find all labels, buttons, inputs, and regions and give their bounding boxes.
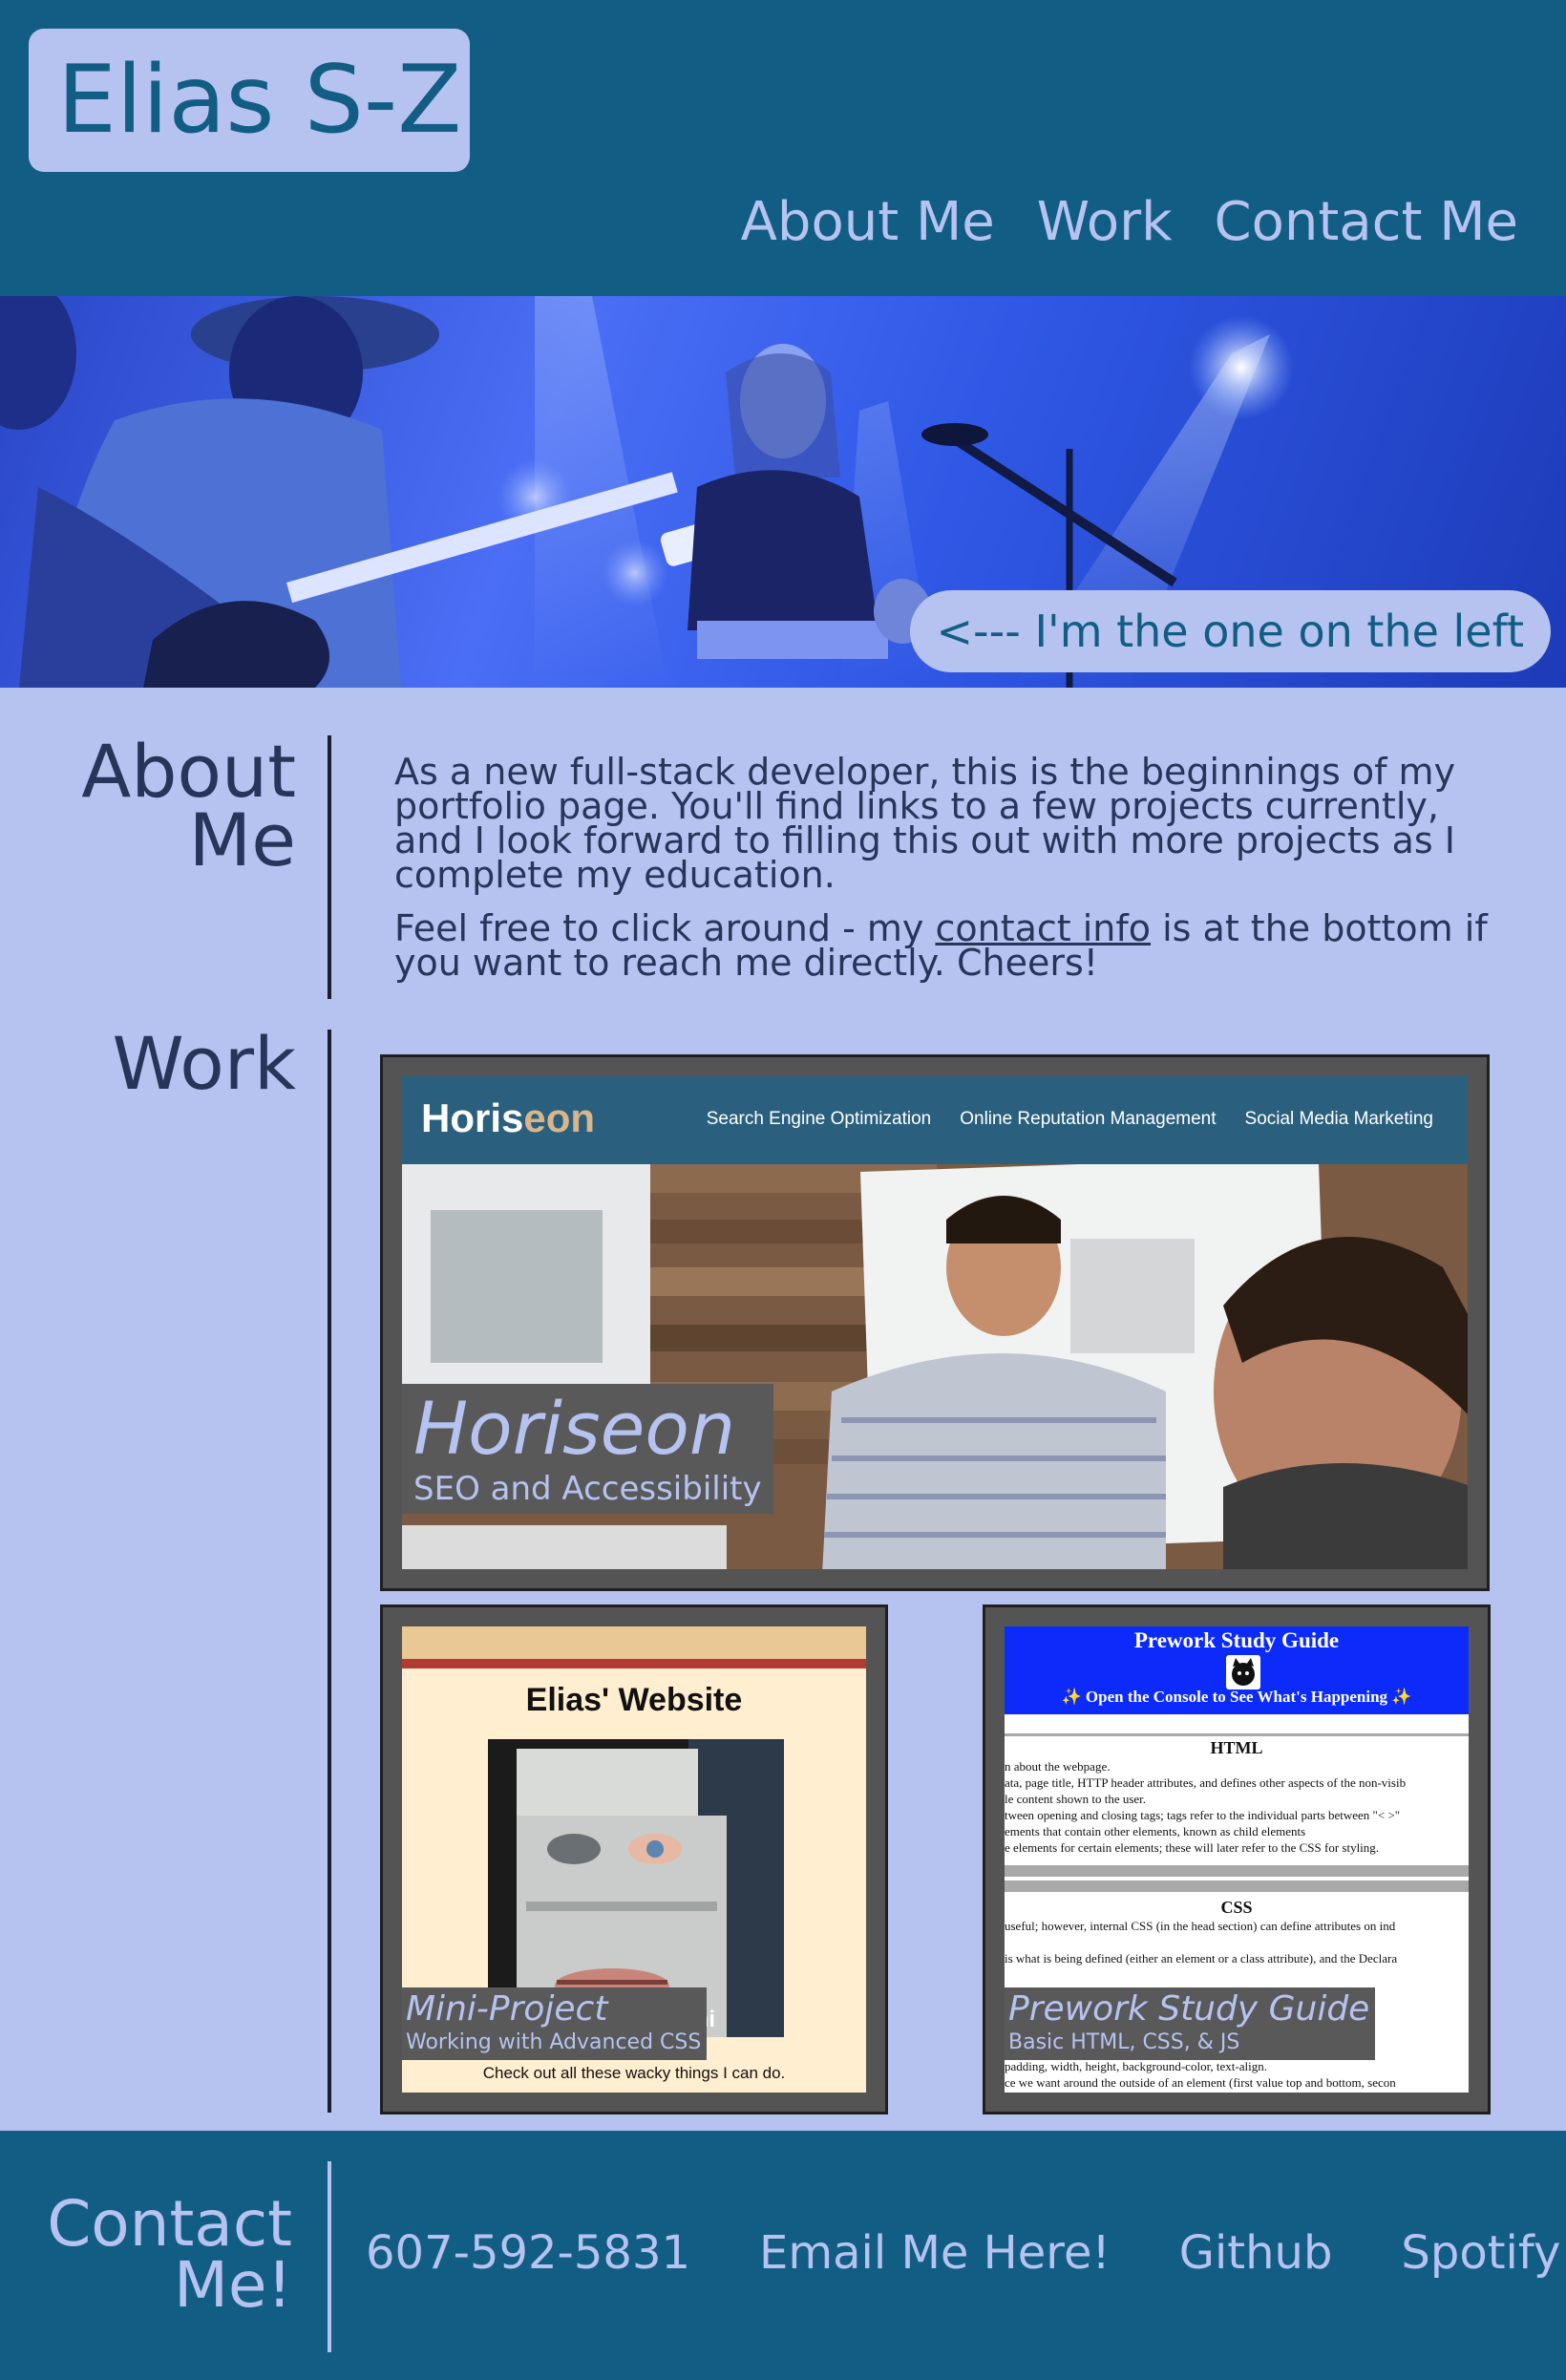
prework-bottom-line: padding, width, height, background-color… — [1005, 2059, 1267, 2073]
about-text: As a new full-stack developer, this is t… — [394, 754, 1502, 999]
horiseon-link-seo: Search Engine Optimization — [706, 1109, 932, 1129]
contact-divider — [328, 2161, 331, 2352]
prework-divider — [1005, 1865, 1469, 1877]
site-header: Elias S-Z About Me Work Contact Me — [0, 0, 1566, 296]
horiseon-label: Horiseon SEO and Accessibility — [402, 1384, 773, 1514]
horiseon-title: Horiseon — [413, 1386, 736, 1471]
prework-title: Prework Study Guide — [1008, 1989, 1370, 2029]
horiseon-subtitle: SEO and Accessibility — [413, 1470, 762, 1508]
project-card-mini-project[interactable]: Elias' Website mi Check out all these wa… — [380, 1604, 888, 2114]
hero-banner: <--- I'm the one on the left — [0, 296, 1566, 688]
horiseon-link-orm: Online Reputation Management — [960, 1109, 1217, 1129]
about-paragraph-1: As a new full-stack developer, this is t… — [394, 751, 1456, 896]
mini-project-footer-text: Check out all these wacky things I can d… — [482, 2064, 786, 2082]
email-link[interactable]: Email Me Here! — [759, 2226, 1111, 2280]
prework-label: Prework Study Guide Basic HTML, CSS, & J… — [1005, 1987, 1376, 2060]
main-nav: About Me Work Contact Me — [741, 191, 1518, 253]
prework-bottom-line: ce we want around the outside of an elem… — [1005, 2075, 1396, 2090]
contact-section-title: Contact Me! — [47, 2187, 292, 2322]
nav-contact-me[interactable]: Contact Me — [1215, 191, 1518, 253]
contact-links: 607-592-5831 Email Me Here! Github Spoti… — [366, 2226, 1560, 2280]
mini-project-label: Mini-Project Working with Advanced CSS — [402, 1987, 708, 2060]
prework-heading: Prework Study Guide — [1133, 1628, 1340, 1652]
horiseon-logo-main: Horis — [421, 1095, 524, 1140]
prework-html-line: ata, page title, HTTP header attributes,… — [1005, 1775, 1407, 1790]
prework-subtitle: Basic HTML, CSS, & JS — [1008, 2030, 1240, 2054]
prework-banner: ✨ Open the Console to See What's Happeni… — [1061, 1688, 1412, 1706]
cat-icon — [1226, 1655, 1260, 1689]
about-divider — [328, 735, 331, 999]
nav-work[interactable]: Work — [1037, 191, 1173, 253]
prework-html-line: e elements for certain elements; these w… — [1005, 1840, 1380, 1855]
project-card-prework[interactable]: Prework Study Guide ✨ Open the Console t… — [983, 1604, 1491, 2114]
prework-css-title: CSS — [1220, 1898, 1253, 1917]
prework-html-line: n about the webpage. — [1005, 1759, 1111, 1774]
phone-link[interactable]: 607-592-5831 — [366, 2226, 690, 2280]
github-link[interactable]: Github — [1179, 2226, 1333, 2280]
prework-html-title: HTML — [1210, 1738, 1263, 1757]
prework-html-line: le content shown to the user. — [1005, 1792, 1147, 1806]
work-divider — [328, 1030, 331, 2113]
horiseon-logo-accent: eon — [523, 1095, 596, 1140]
contact-footer: Contact Me! 607-592-5831 Email Me Here! … — [0, 2131, 1566, 2380]
project-card-horiseon[interactable]: Horiseon Search Engine Optimization Onli… — [380, 1054, 1490, 1591]
prework-html-line: ements that contain other elements, know… — [1005, 1824, 1306, 1838]
prework-divider — [1005, 1881, 1469, 1892]
work-section-title: Work — [112, 1021, 296, 1106]
prework-html-section: HTML n about the webpage. ata, page titl… — [1005, 1733, 1469, 1856]
about-paragraph-2: Feel free to click around - my contact i… — [394, 910, 1502, 981]
horiseon-nav-links: Search Engine Optimization Online Reputa… — [707, 1109, 1433, 1130]
spotify-link[interactable]: Spotify — [1401, 2226, 1560, 2280]
mini-project-heading: Elias' Website — [525, 1682, 743, 1718]
hero-caption: <--- I'm the one on the left — [909, 590, 1551, 672]
prework-html-line: tween opening and closing tags; tags ref… — [1005, 1808, 1401, 1822]
prework-bottom-lines: padding, width, height, background-color… — [1005, 2058, 1469, 2091]
mini-project-red-bar — [402, 1659, 866, 1668]
mini-project-subtitle: Working with Advanced CSS — [406, 2030, 702, 2054]
about-section-title: About Me — [81, 729, 296, 882]
horiseon-navbar: Horiseon Search Engine Optimization Onli… — [402, 1076, 1468, 1164]
site-logo[interactable]: Elias S-Z — [29, 29, 470, 172]
prework-css-line — [1005, 1934, 1469, 1950]
horiseon-logo: Horiseon — [421, 1095, 595, 1141]
mini-project-top-strip — [402, 1626, 866, 1659]
prework-header: Prework Study Guide ✨ Open the Console t… — [1005, 1626, 1469, 1714]
horiseon-link-smm: Social Media Marketing — [1244, 1109, 1433, 1129]
prework-css-section: CSS useful; however, internal CSS (in th… — [1005, 1896, 1469, 1966]
mini-project-title: Mini-Project — [406, 1989, 608, 2029]
nav-about-me[interactable]: About Me — [741, 191, 995, 253]
prework-css-line: is what is being defined (either an elem… — [1005, 1951, 1398, 1966]
prework-css-line: useful; however, internal CSS (in the he… — [1005, 1919, 1396, 1933]
